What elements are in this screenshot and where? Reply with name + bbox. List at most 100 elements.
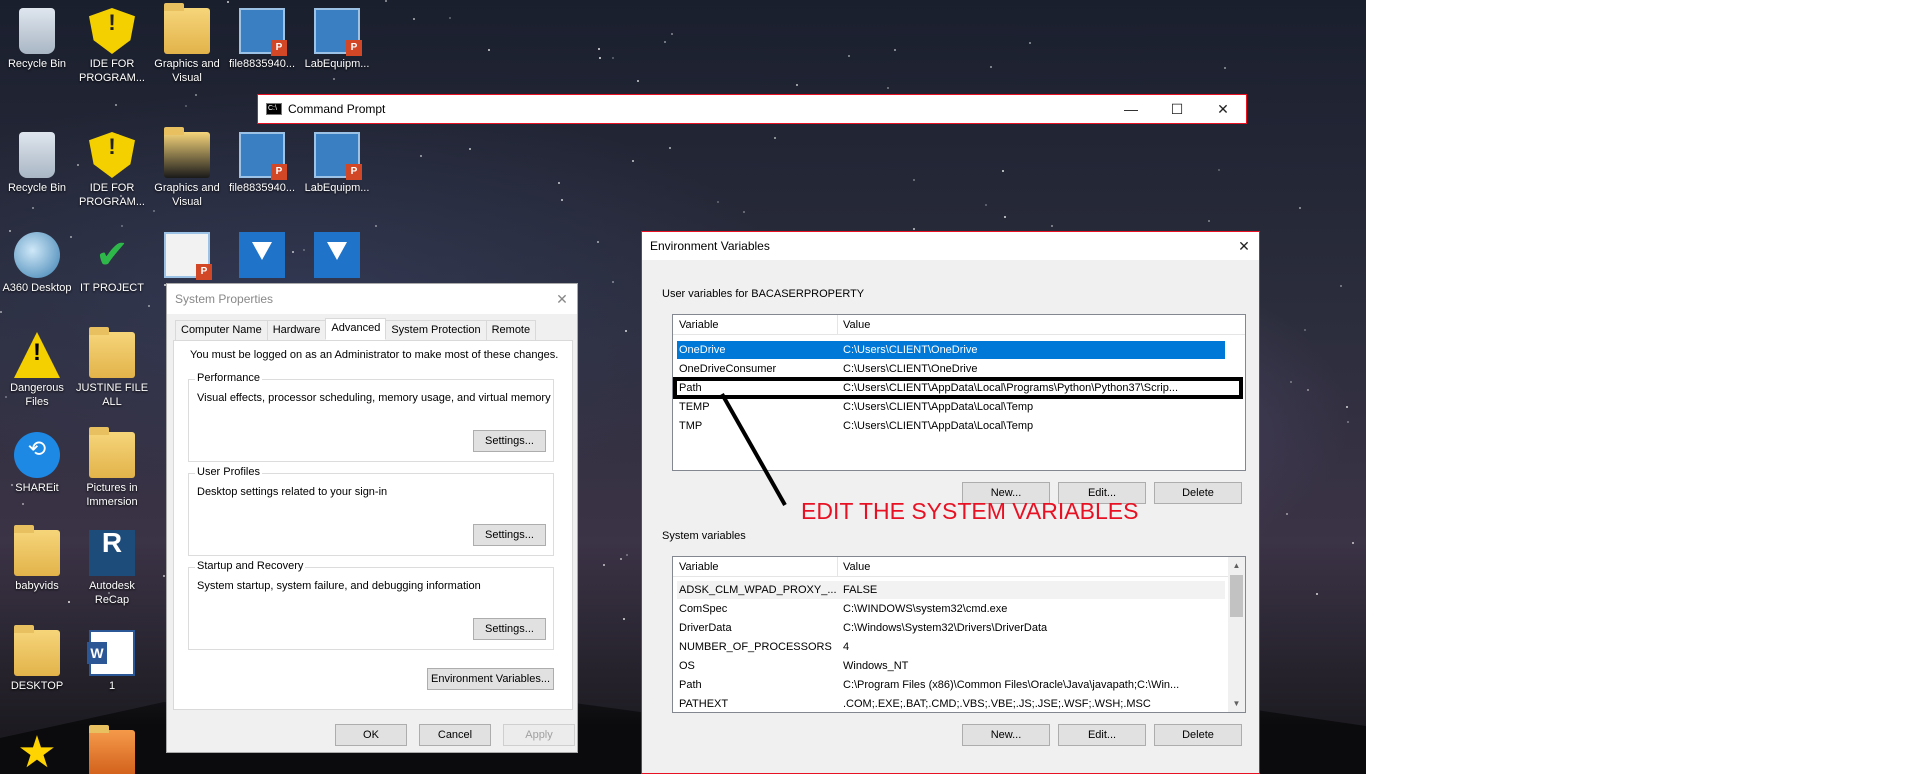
desktop-icon-file8835940[interactable]: P file8835940... [225, 8, 299, 71]
tab-remote[interactable]: Remote [485, 320, 537, 342]
desktop-icon-desktop[interactable]: DESKTOP [0, 625, 74, 693]
system-variables-scrollbar[interactable]: ▲ ▼ [1228, 557, 1245, 712]
system-edit-button[interactable]: Edit... [1058, 724, 1146, 746]
user-variable-row-onedrive[interactable]: OneDrive C:\Users\CLIENT\OneDrive [677, 341, 1225, 359]
sky-star [623, 618, 625, 620]
desktop-icon-file8835940[interactable]: P file8835940... [225, 132, 299, 195]
command-prompt-window[interactable]: C:\ Command Prompt — ☐ ✕ [257, 94, 1247, 124]
desktop-icon-graphics[interactable]: Graphics and Visual [150, 127, 224, 209]
cancel-button[interactable]: Cancel [419, 724, 491, 746]
user-variables-list[interactable]: Variable Value OneDrive C:\Users\CLIENT\… [672, 314, 1246, 471]
desktop-icon-dangerous-files[interactable]: ! Dangerous Files [0, 332, 74, 409]
tab-computer-name[interactable]: Computer Name [175, 320, 268, 342]
sky-star [1218, 169, 1220, 171]
shareit-icon: ⟲ [14, 432, 60, 478]
system-properties-window[interactable]: System Properties ✕ Computer Name Hardwa… [166, 283, 578, 753]
sky-star [1051, 225, 1053, 227]
tab-advanced[interactable]: Advanced [325, 318, 387, 340]
variable-name: OneDriveConsumer [679, 363, 777, 375]
desktop-icon-justine-file[interactable]: JUSTINE FILE ALL [75, 327, 149, 409]
user-profiles-desc: Desktop settings related to your sign-in [197, 486, 388, 498]
tab-strip: Computer Name Hardware Advanced System P… [175, 318, 537, 342]
desktop-icon-recycle-bin[interactable]: Recycle Bin [0, 132, 74, 195]
user-variable-row-tmp[interactable]: TMP C:\Users\CLIENT\AppData\Local\Temp [677, 417, 1225, 435]
download-arrow-icon [239, 232, 285, 278]
user-variable-row-temp[interactable]: TEMP C:\Users\CLIENT\AppData\Local\Temp [677, 398, 1225, 416]
sky-star [375, 225, 377, 227]
minimize-button[interactable]: — [1108, 94, 1154, 124]
sky-star [796, 84, 798, 86]
command-prompt-icon: C:\ [266, 103, 282, 115]
ok-button[interactable]: OK [335, 724, 407, 746]
sky-star [195, 94, 197, 96]
desktop-icon-star[interactable]: ★ [0, 730, 74, 774]
command-prompt-titlebar[interactable]: C:\ Command Prompt — ☐ ✕ [258, 95, 1246, 123]
desktop-icon-a360[interactable]: A360 Desktop [0, 232, 74, 295]
desktop-icon-labequipm[interactable]: P LabEquipm... [300, 8, 374, 71]
sky-star [449, 17, 451, 19]
variable-value: C:\WINDOWS\system32\cmd.exe [843, 603, 1008, 615]
desktop-icon-folder[interactable] [75, 725, 149, 774]
sky-star [1004, 216, 1006, 218]
user-profiles-settings-button[interactable]: Settings... [473, 524, 546, 546]
sky-star [1299, 207, 1301, 209]
environment-variables-titlebar[interactable]: Environment Variables ✕ [642, 232, 1259, 260]
sky-star [1347, 421, 1349, 423]
sky-star [22, 503, 24, 505]
sky-star [985, 204, 987, 206]
desktop-icon-recycle-bin[interactable]: Recycle Bin [0, 8, 74, 71]
desktop-icon-label: LabEquipm... [304, 58, 370, 70]
desktop-icon-download-1[interactable] [225, 232, 299, 281]
user-delete-button[interactable]: Delete [1154, 482, 1242, 504]
environment-variables-button[interactable]: Environment Variables... [427, 668, 554, 690]
column-header-value[interactable]: Value [843, 319, 870, 331]
sky-star [68, 601, 70, 603]
variable-name: OneDrive [679, 344, 726, 356]
close-button[interactable]: ✕ [547, 284, 577, 314]
system-delete-button[interactable]: Delete [1154, 724, 1242, 746]
system-properties-titlebar[interactable]: System Properties ✕ [167, 284, 577, 314]
scrollbar-thumb[interactable] [1230, 575, 1243, 617]
desktop-icon-graphics[interactable]: Graphics and Visual [150, 3, 224, 85]
system-variable-row[interactable]: NUMBER_OF_PROCESSORS 4 [677, 638, 1225, 656]
desktop-icon-labequipm[interactable]: P LabEquipm... [300, 132, 374, 195]
system-variables-list[interactable]: Variable Value ADSK_CLM_WPAD_PROXY_... F… [672, 556, 1246, 713]
column-header-value[interactable]: Value [843, 561, 870, 573]
system-variable-row[interactable]: PATHEXT .COM;.EXE;.BAT;.CMD;.VBS;.VBE;.J… [677, 695, 1225, 712]
sky-star [620, 558, 622, 560]
sky-star [1346, 406, 1348, 408]
system-variable-row-path[interactable]: Path C:\Program Files (x86)\Common Files… [677, 676, 1225, 694]
desktop-icon-download-2[interactable] [300, 232, 374, 281]
system-variable-row[interactable]: ComSpec C:\WINDOWS\system32\cmd.exe [677, 600, 1225, 618]
desktop-icon-autodesk-recap[interactable]: R Autodesk ReCap [75, 529, 149, 607]
desktop-icon-babyvids[interactable]: babyvids [0, 525, 74, 593]
checkmark-icon: ✔ [95, 233, 129, 277]
desktop-icon-it-project[interactable]: ✔ IT PROJECT [75, 232, 149, 295]
user-variable-row-onedriveconsumer[interactable]: OneDriveConsumer C:\Users\CLIENT\OneDriv… [677, 360, 1225, 378]
recap-icon: R [89, 529, 135, 576]
tab-hardware[interactable]: Hardware [266, 320, 327, 342]
column-header-variable[interactable]: Variable [679, 319, 719, 331]
column-header-variable[interactable]: Variable [679, 561, 719, 573]
desktop-icon-pictures-immersion[interactable]: Pictures in Immersion [75, 427, 149, 509]
sky-star [637, 80, 639, 82]
system-variable-row[interactable]: DriverData C:\Windows\System32\Drivers\D… [677, 619, 1225, 637]
maximize-button[interactable]: ☐ [1154, 94, 1200, 124]
system-variable-row[interactable]: ADSK_CLM_WPAD_PROXY_... FALSE [677, 581, 1225, 599]
close-button[interactable]: ✕ [1229, 231, 1259, 261]
apply-button[interactable]: Apply [503, 724, 575, 746]
system-new-button[interactable]: New... [962, 724, 1050, 746]
sky-star [163, 575, 165, 577]
close-button[interactable]: ✕ [1200, 94, 1246, 124]
desktop-icon-ide[interactable]: ! IDE FOR PROGRAM... [75, 132, 149, 209]
column-separator [837, 315, 838, 335]
scroll-down-icon[interactable]: ▼ [1228, 695, 1245, 712]
desktop-icon-1[interactable]: W 1 [75, 630, 149, 693]
scroll-up-icon[interactable]: ▲ [1228, 557, 1245, 574]
system-variable-row[interactable]: OS Windows_NT [677, 657, 1225, 675]
performance-settings-button[interactable]: Settings... [473, 430, 546, 452]
tab-system-protection[interactable]: System Protection [385, 320, 487, 342]
desktop-icon-ide[interactable]: ! IDE FOR PROGRAM... [75, 8, 149, 85]
desktop-icon-shareit[interactable]: ⟲ SHAREit [0, 432, 74, 495]
startup-recovery-settings-button[interactable]: Settings... [473, 618, 546, 640]
